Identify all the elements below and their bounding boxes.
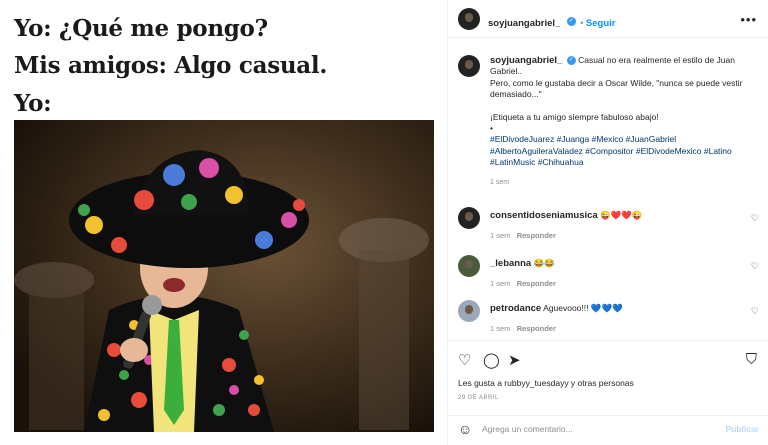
author-username[interactable]: soyjuangabriel_ — [488, 18, 560, 29]
caption-username[interactable]: soyjuangabriel_ — [490, 55, 562, 66]
commenter-username[interactable]: _lebanna — [490, 258, 531, 269]
like-heart-icon[interactable]: ♡ — [751, 261, 759, 272]
hashtags-line-3[interactable]: #LatinMusic #Chihuahua — [490, 157, 762, 168]
comment-text: Aguevooo!!! 💙💙💙 — [543, 303, 623, 313]
add-comment-bar: ☺ Publicar — [448, 415, 768, 441]
caption-timestamp: 1 sem — [490, 178, 510, 186]
like-heart-icon[interactable]: ♡ — [458, 351, 471, 369]
comment-meta: 1 sem Responder — [490, 324, 556, 333]
comment-body: _lebanna 😂😂 — [490, 258, 555, 269]
hashtags-line-1[interactable]: #ElDivodeJuarez #Juanga #Mexico #JuanGab… — [490, 134, 762, 145]
meme-line-3: Yo: — [14, 90, 52, 117]
save-bookmark-icon[interactable]: ⛉ — [746, 351, 757, 368]
comment-time: 1 sem — [490, 279, 511, 288]
comment-time: 1 sem — [490, 231, 511, 240]
post-caption: soyjuangabriel_ ✓ Casual no era realment… — [490, 55, 762, 188]
commenter-username[interactable]: petrodance — [490, 303, 541, 314]
comment-input[interactable] — [482, 422, 702, 436]
header-user-line: soyjuangabriel_ ✓ • Seguir — [488, 13, 615, 31]
comment-time: 1 sem — [490, 324, 511, 333]
author-avatar[interactable] — [458, 8, 480, 30]
comment-item: _lebanna 😂😂 1 sem Responder ♡ — [458, 255, 763, 295]
commenter-avatar[interactable] — [458, 255, 480, 277]
emoji-icon[interactable]: ☺ — [458, 421, 472, 437]
commenter-username[interactable]: consentidoseniamusica — [490, 210, 598, 221]
post-actions: ♡ ◯ ➤ ⛉ Les gusta a rubbyy_tuesdayy y ot… — [448, 340, 768, 440]
commenter-avatar[interactable] — [458, 207, 480, 229]
likes-summary[interactable]: Les gusta a rubbyy_tuesdayy y otras pers… — [458, 378, 634, 388]
post-panel: soyjuangabriel_ ✓ • Seguir ••• soyjuanga… — [447, 0, 768, 445]
meme-line-2: Mis amigos: Algo casual. — [14, 52, 328, 79]
caption-line-3: ¡Etiqueta a tu amigo siempre fabuloso ab… — [490, 111, 659, 122]
comment-body: consentidoseniamusica 😜❤️❤️😜 — [490, 210, 642, 221]
post-date: 29 DE ABRIL — [458, 395, 499, 401]
comment-text: 😜❤️❤️😜 — [600, 210, 643, 220]
reply-button[interactable]: Responder — [517, 231, 556, 240]
verified-badge-icon: ✓ — [566, 56, 576, 66]
like-heart-icon[interactable]: ♡ — [751, 213, 759, 224]
reply-button[interactable]: Responder — [517, 324, 556, 333]
commenter-avatar[interactable] — [458, 300, 480, 322]
caption-line-2: Pero, como le gustaba decir a Oscar Wild… — [490, 77, 743, 100]
comment-item: consentidoseniamusica 😜❤️❤️😜 1 sem Respo… — [458, 207, 763, 247]
meme-panel: Yo: ¿Qué me pongo? Mis amigos: Algo casu… — [0, 0, 447, 445]
more-dots-icon[interactable]: ••• — [740, 12, 757, 27]
meme-photo — [14, 120, 434, 432]
follow-button[interactable]: Seguir — [586, 18, 616, 29]
share-paper-plane-icon[interactable]: ➤ — [508, 351, 521, 369]
post-header: soyjuangabriel_ ✓ • Seguir ••• — [448, 0, 768, 38]
meme-line-1: Yo: ¿Qué me pongo? — [14, 15, 268, 42]
comment-bubble-icon[interactable]: ◯ — [483, 351, 500, 369]
hashtags-line-2[interactable]: #AlbertoAguileraValadez #Compositor #ElD… — [490, 146, 762, 157]
singer-illustration — [14, 120, 434, 432]
caption-avatar[interactable] — [458, 55, 480, 77]
verified-badge-icon: ✓ — [566, 17, 576, 27]
comment-item: petrodance Aguevooo!!! 💙💙💙 1 sem Respond… — [458, 300, 763, 340]
comment-meta: 1 sem Responder — [490, 279, 556, 288]
comment-meta: 1 sem Responder — [490, 231, 556, 240]
comment-body: petrodance Aguevooo!!! 💙💙💙 — [490, 303, 623, 314]
like-heart-icon[interactable]: ♡ — [751, 306, 759, 317]
comment-text: 😂😂 — [533, 258, 555, 268]
publish-button[interactable]: Publicar — [725, 424, 759, 434]
caption-bullet: • — [490, 123, 493, 134]
reply-button[interactable]: Responder — [517, 279, 556, 288]
